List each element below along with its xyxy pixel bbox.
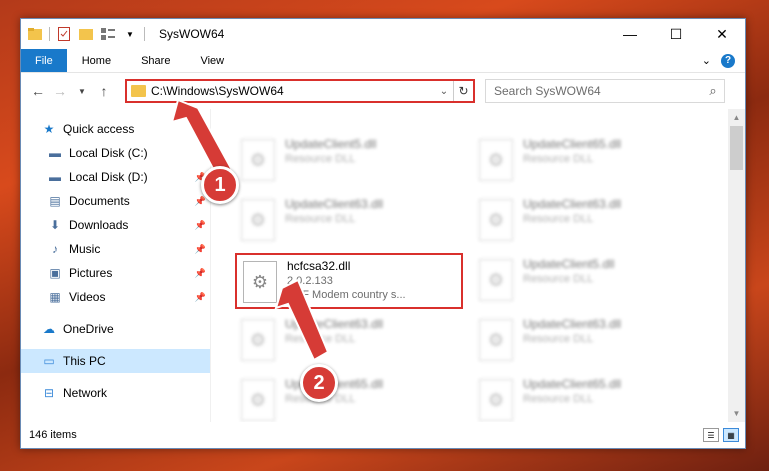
arrow-2 — [274, 278, 330, 362]
callout-badge-2: 2 — [300, 364, 338, 402]
callout-badge-1: 1 — [201, 166, 239, 204]
annotation-arrows — [170, 98, 330, 362]
